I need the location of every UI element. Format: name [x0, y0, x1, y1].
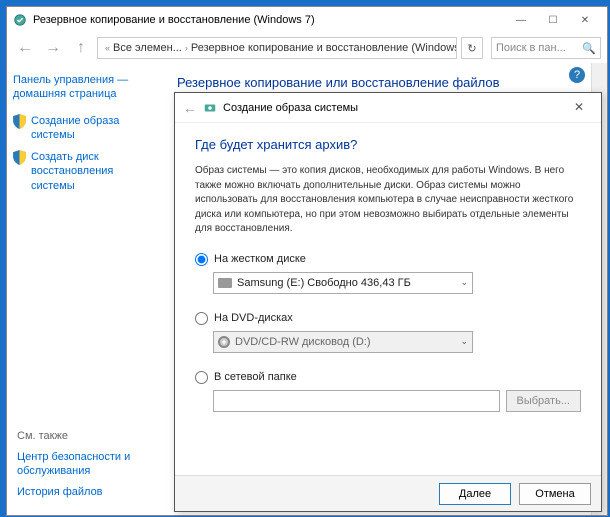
sidebar-bottom: См. также Центр безопасности и обслужива…: [17, 430, 157, 505]
sidebar-create-image[interactable]: Создание образа системы: [13, 114, 151, 143]
option-hdd-radio[interactable]: На жестком диске: [195, 253, 581, 266]
browse-button[interactable]: Выбрать...: [506, 390, 581, 412]
shield-icon: [13, 150, 26, 165]
see-also-label: См. также: [17, 430, 157, 442]
network-path-row: Выбрать...: [213, 390, 581, 412]
wizard-question: Где будет хранится архив?: [195, 137, 581, 152]
hard-drive-icon: [218, 278, 232, 288]
network-path-input[interactable]: [213, 390, 500, 412]
option-network: В сетевой папке Выбрать...: [195, 371, 581, 412]
navbar: ← → ↑ « Все элемен... › Резервное копиро…: [7, 33, 607, 63]
nav-up[interactable]: ↑: [69, 36, 93, 60]
search-input[interactable]: Поиск в пан... 🔍: [491, 37, 601, 59]
titlebar: Резервное копирование и восстановление (…: [7, 7, 607, 33]
wizard-description: Образ системы — это копия дисков, необхо…: [195, 164, 581, 237]
nav-forward[interactable]: →: [41, 36, 65, 60]
close-button[interactable]: ✕: [569, 10, 601, 30]
sidebar: Панель управления — домашняя страница Со…: [7, 63, 157, 515]
hdd-drive-select[interactable]: Samsung (E:) Свободно 436,43 ГБ ⌄: [213, 272, 473, 294]
window-title: Резервное копирование и восстановление (…: [33, 14, 315, 26]
help-icon[interactable]: ?: [569, 67, 585, 83]
wizard-close-button[interactable]: ✕: [563, 97, 595, 117]
hdd-drive-value: Samsung (E:) Свободно 436,43 ГБ: [237, 277, 411, 289]
chevron-icon: ›: [185, 43, 188, 53]
wizard-body: Где будет хранится архив? Образ системы …: [175, 123, 601, 475]
cancel-button[interactable]: Отмена: [519, 483, 591, 505]
page-title: Резервное копирование или восстановление…: [177, 75, 587, 90]
minimize-button[interactable]: —: [505, 10, 537, 30]
wizard-title: Создание образа системы: [223, 102, 358, 114]
create-system-image-wizard: ← Создание образа системы ✕ Где будет хр…: [174, 92, 602, 512]
search-placeholder: Поиск в пан...: [496, 42, 566, 54]
option-hdd-label: На жестком диске: [214, 253, 306, 265]
radio-dvd[interactable]: [195, 312, 208, 325]
maximize-button[interactable]: ☐: [537, 10, 569, 30]
nav-back[interactable]: ←: [13, 36, 37, 60]
chevron-down-icon: ⌄: [460, 277, 468, 288]
option-network-radio[interactable]: В сетевой папке: [195, 371, 581, 384]
sidebar-create-recovery-disc[interactable]: Создать диск восстановления системы: [13, 150, 151, 193]
backup-icon: [13, 13, 27, 27]
search-icon: 🔍: [582, 42, 596, 55]
breadcrumb-item[interactable]: Все элемен...: [113, 42, 182, 54]
radio-network[interactable]: [195, 371, 208, 384]
control-panel-home-link[interactable]: Панель управления — домашняя страница: [13, 73, 151, 102]
file-history-link[interactable]: История файлов: [17, 485, 157, 499]
chevron-icon: «: [105, 43, 110, 53]
dvd-drive-select[interactable]: DVD/CD-RW дисковод (D:) ⌄: [213, 331, 473, 353]
radio-hdd[interactable]: [195, 253, 208, 266]
breadcrumb[interactable]: « Все элемен... › Резервное копирование …: [97, 37, 457, 59]
window-controls: — ☐ ✕: [505, 10, 601, 30]
sidebar-item-label: Создание образа системы: [31, 114, 151, 143]
backup-icon: [203, 101, 217, 115]
option-network-label: В сетевой папке: [214, 371, 297, 383]
option-dvd: На DVD-дисках DVD/CD-RW дисковод (D:) ⌄: [195, 312, 581, 353]
option-hard-disk: На жестком диске Samsung (E:) Свободно 4…: [195, 253, 581, 294]
breadcrumb-item[interactable]: Резервное копирование и восстановление (…: [191, 42, 457, 54]
wizard-back-button[interactable]: ←: [183, 100, 197, 116]
chevron-down-icon: ⌄: [460, 336, 468, 347]
wizard-header: ← Создание образа системы ✕: [175, 93, 601, 123]
sidebar-item-label: Создать диск восстановления системы: [31, 150, 151, 193]
option-dvd-radio[interactable]: На DVD-дисках: [195, 312, 581, 325]
dvd-icon: [218, 336, 230, 348]
option-dvd-label: На DVD-дисках: [214, 312, 293, 324]
dvd-drive-value: DVD/CD-RW дисковод (D:): [235, 336, 371, 348]
shield-icon: [13, 114, 26, 129]
security-center-link[interactable]: Центр безопасности и обслуживания: [17, 450, 157, 479]
next-button[interactable]: Далее: [439, 483, 511, 505]
wizard-footer: Далее Отмена: [175, 475, 601, 511]
refresh-button[interactable]: ↻: [461, 37, 483, 59]
